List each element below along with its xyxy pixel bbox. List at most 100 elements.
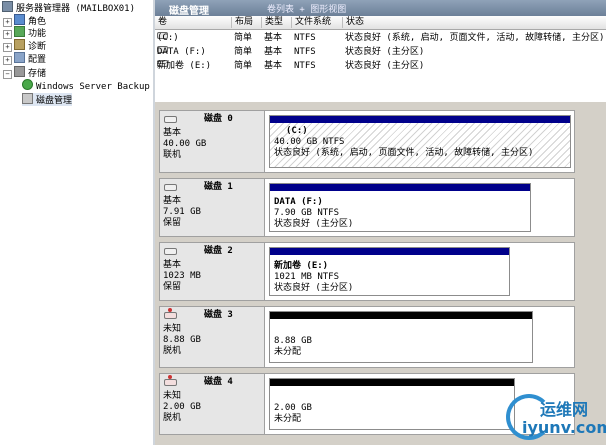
partition-label: DATA (F:) [274,197,323,207]
disk-kind: 未知 [163,324,182,334]
disk-name: 磁盘 3 [204,310,233,320]
disk-state: 保留 [163,218,182,228]
column-type[interactable]: 类型 [261,17,292,28]
tree-item-label: Windows Server Backup [36,82,150,92]
features-icon [14,26,25,37]
disk-info: 磁盘 2 基本 1023 MB 保留 [160,243,265,300]
column-volume[interactable]: 卷 [155,17,230,28]
tree-item-label: 存储 [28,69,47,79]
pane-header: 磁盘管理 卷列表 + 图形视图 [155,0,606,17]
tree-item-diagnostics[interactable]: + 诊断 [3,39,46,52]
tree-item-label: 诊断 [28,42,47,52]
configuration-icon [14,52,25,63]
tree-item-disk-management[interactable]: 磁盘管理 [22,93,73,106]
disk-size: 2.00 GB [163,402,201,412]
disk-size: 8.88 GB [163,335,201,345]
disk-size: 7.91 GB [163,207,201,217]
column-status[interactable]: 状态 [342,17,606,28]
partition-status: 状态良好 (系统, 启动, 页面文件, 活动, 故障转储, 主分区) [274,148,534,158]
disk-state: 脱机 [163,413,182,423]
expand-icon[interactable]: + [3,56,12,65]
server-manager-icon [2,1,13,12]
navigation-tree: 服务器管理器 (MAILBOX01) + 角色 + 功能 + 诊断 + 配置 − 存储 W… [0,0,153,445]
offline-disk-icon [164,308,177,319]
partition-color-bar [270,312,532,319]
partition-status: 状态良好 (主分区) [274,283,354,293]
disk-icon [164,116,177,123]
volume-row[interactable]: 新加卷 (E:) 简单 基本 NTFS 状态良好 (主分区) [155,60,606,73]
partition-size: 1021 MB NTFS [274,272,340,282]
disk-3[interactable]: 磁盘 3 未知 8.88 GB 脱机 8.88 GB 未分配 [159,306,575,368]
disk-kind: 基本 [163,196,182,206]
disk-name: 磁盘 1 [204,182,233,192]
disk-icon [164,248,177,255]
partition-size: 40.00 GB NTFS [274,137,345,147]
column-layout[interactable]: 布局 [231,17,262,28]
partition-label: 新加卷 (E:) [274,261,329,271]
partition-data-f[interactable]: DATA (F:) 7.90 GB NTFS 状态良好 (主分区) [269,183,531,232]
disk-name: 磁盘 0 [204,114,233,124]
main-pane: 磁盘管理 卷列表 + 图形视图 卷 布局 类型 文件系统 状态 (C:) 简单 … [155,0,606,445]
tree-item-label: 功能 [28,29,47,39]
tree-root-server-manager[interactable]: 服务器管理器 (MAILBOX01) [2,1,135,14]
tree-item-features[interactable]: + 功能 [3,26,46,39]
disk-name: 磁盘 4 [204,377,233,387]
disk-graphical-view: 磁盘 0 基本 40.00 GB 联机 (C:) 40.00 GB NTFS 状… [155,102,606,445]
partition-new-volume-e[interactable]: 新加卷 (E:) 1021 MB NTFS 状态良好 (主分区) [269,247,510,296]
volume-list-header: 卷 布局 类型 文件系统 状态 [155,16,606,30]
volume-layout: 简单 [234,61,253,71]
watermark-text: 运维网 [540,400,589,419]
offline-disk-icon [164,375,177,386]
volume-filesystem: NTFS [294,33,316,43]
volume-type: 基本 [264,33,283,43]
disk-state: 脱机 [163,346,182,356]
roles-icon [14,14,25,25]
partition-status: 未分配 [274,414,302,424]
volume-row[interactable]: (C:) 简单 基本 NTFS 状态良好 (系统, 启动, 页面文件, 活动, … [155,32,606,45]
expand-icon[interactable]: + [3,30,12,39]
watermark-logo: 运维网 iyunv.com [504,392,606,442]
partition-c[interactable]: (C:) 40.00 GB NTFS 状态良好 (系统, 启动, 页面文件, 活… [269,115,571,168]
volume-filesystem: NTFS [294,61,316,71]
column-filesystem[interactable]: 文件系统 [291,17,343,28]
disk-kind: 基本 [163,260,182,270]
partition-unallocated[interactable]: 8.88 GB 未分配 [269,311,533,363]
expand-icon[interactable]: + [3,43,12,52]
volume-row[interactable]: DATA (F:) 简单 基本 NTFS 状态良好 (主分区) [155,46,606,59]
disk-info: 磁盘 0 基本 40.00 GB 联机 [160,111,265,172]
partition-size: 8.88 GB [274,336,312,346]
volume-status: 状态良好 (主分区) [345,47,425,57]
partition-color-bar [270,184,530,191]
disk-0[interactable]: 磁盘 0 基本 40.00 GB 联机 (C:) 40.00 GB NTFS 状… [159,110,575,173]
volume-type: 基本 [264,61,283,71]
disk-state: 联机 [163,150,182,160]
disk-info: 磁盘 3 未知 8.88 GB 脱机 [160,307,265,367]
disk-icon [164,184,177,191]
disk-kind: 基本 [163,128,182,138]
disk-1[interactable]: 磁盘 1 基本 7.91 GB 保留 DATA (F:) 7.90 GB NTF… [159,178,575,237]
volume-layout: 简单 [234,33,253,43]
disk-2[interactable]: 磁盘 2 基本 1023 MB 保留 新加卷 (E:) 1021 MB NTFS… [159,242,575,301]
collapse-icon[interactable]: − [3,70,12,79]
volume-filesystem: NTFS [294,47,316,57]
partition-unallocated[interactable]: 2.00 GB 未分配 [269,378,515,430]
tree-root-label: 服务器管理器 (MAILBOX01) [16,4,136,14]
partition-label: (C:) [286,126,308,136]
tree-item-windows-server-backup[interactable]: Windows Server Backup [22,79,150,92]
partition-size: 7.90 GB NTFS [274,208,340,218]
partition-size: 2.00 GB [274,403,312,413]
partition-status: 未分配 [274,347,302,357]
partition-color-bar [270,379,514,386]
pane-title: 磁盘管理 [169,6,209,17]
disk-state: 保留 [163,282,182,292]
partition-color-bar [270,116,570,123]
view-mode-label: 卷列表 + 图形视图 [267,5,347,15]
volume-type: 基本 [264,47,283,57]
volume-layout: 简单 [234,47,253,57]
tree-item-configuration[interactable]: + 配置 [3,52,46,65]
disk-info: 磁盘 1 基本 7.91 GB 保留 [160,179,265,236]
disk-size: 1023 MB [163,271,201,281]
tree-item-storage[interactable]: − 存储 [3,66,46,79]
disk-info: 磁盘 4 未知 2.00 GB 脱机 [160,374,265,434]
partition-status: 状态良好 (主分区) [274,219,354,229]
